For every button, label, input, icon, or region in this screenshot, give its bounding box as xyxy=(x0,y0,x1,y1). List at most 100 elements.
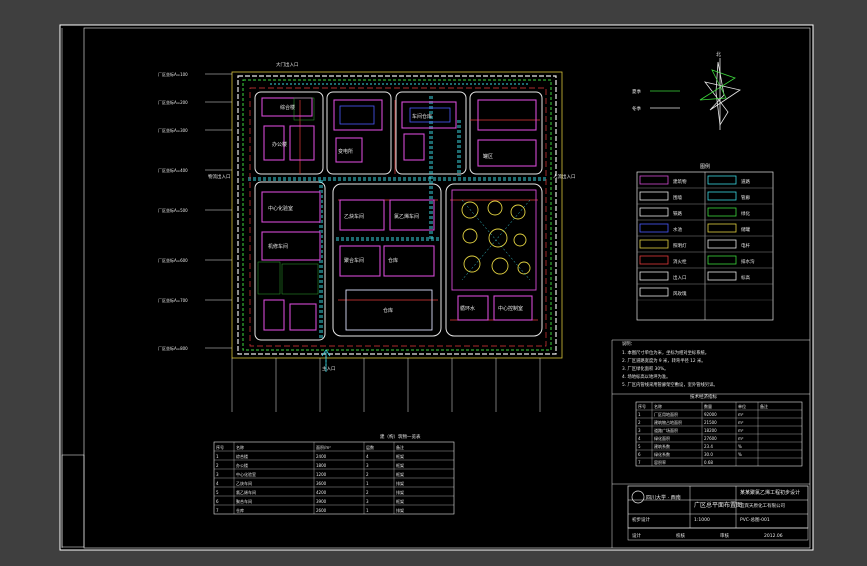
svg-text:5. 厂区内管线采用管廊架空敷设，室外管线另详。: 5. 厂区内管线采用管廊架空敷设，室外管线另详。 xyxy=(622,381,718,388)
table-cell: 绿化系数 xyxy=(654,451,670,457)
table-header-cell: 名称 xyxy=(654,403,662,409)
svg-text:宜宾天原化工有限公司: 宜宾天原化工有限公司 xyxy=(740,502,785,509)
summer-label: 夏季 xyxy=(632,88,641,95)
table-cell: 乙炔车间 xyxy=(236,480,252,486)
legend-item: 出入口 xyxy=(673,274,687,281)
legend-item: 围墙 xyxy=(673,194,682,201)
building-label: 氯乙烯车间 xyxy=(394,213,419,220)
svg-text:厂区坐标A=400: 厂区坐标A=400 xyxy=(158,167,188,173)
table-cell: 18200 xyxy=(704,428,717,433)
table-cell: m² xyxy=(738,412,744,417)
gate-right-label: 人流出入口 xyxy=(553,173,576,180)
building-label: 循环水 xyxy=(460,305,475,312)
table-cell: 中心化验室 xyxy=(236,471,256,477)
gate-left-label: 物流出入口 xyxy=(208,173,231,180)
legend-item: 排水沟 xyxy=(741,258,755,265)
table-cell: 框架 xyxy=(396,498,404,504)
table-cell: 框架 xyxy=(396,453,404,459)
svg-text:厂区坐标A=200: 厂区坐标A=200 xyxy=(158,99,188,105)
table-cell: 综合楼 xyxy=(236,453,248,459)
table-header-cell: 数量 xyxy=(704,403,712,409)
table-header-cell: 名称 xyxy=(236,444,244,450)
table-cell: m² xyxy=(738,436,744,441)
table-cell: 建筑物占地面积 xyxy=(654,419,682,425)
building-label: 机修车间 xyxy=(268,243,288,250)
building-label: 聚合车间 xyxy=(344,257,364,264)
table-header-cell: 单位 xyxy=(738,403,746,409)
building-label: 仓库 xyxy=(388,257,398,264)
svg-text:4. 场地标高以地坪为准。: 4. 场地标高以地坪为准。 xyxy=(622,373,670,380)
table-header-cell: 面积/m² xyxy=(316,444,331,450)
table-cell: 27600 xyxy=(704,436,717,441)
table-cell: 23.4 xyxy=(704,444,713,449)
gate-top-label: 大门出入口 xyxy=(276,61,299,68)
table-header-cell: 序号 xyxy=(216,444,224,450)
table-cell: 21500 xyxy=(704,420,717,425)
svg-text:图例: 图例 xyxy=(700,163,710,170)
table-cell: 绿化面积 xyxy=(654,435,670,441)
svg-text:校核: 校核 xyxy=(676,532,685,539)
table-cell: 4200 xyxy=(316,490,327,495)
svg-text:厂区坐标A=100: 厂区坐标A=100 xyxy=(158,71,188,77)
building-label: 车间仓库 xyxy=(412,113,432,120)
svg-text:厂区坐标A=300: 厂区坐标A=300 xyxy=(158,127,188,133)
legend-item: 管廊 xyxy=(741,194,750,201)
legend-item: 绿化 xyxy=(741,210,750,217)
cad-viewport[interactable]: 综合楼 办公楼 车间仓库 变电所 中心化验室 机修车间 乙炔车间 氯乙烯车间 聚… xyxy=(0,0,867,562)
table-cell: 框架 xyxy=(396,462,404,468)
legend-item: 储罐 xyxy=(741,226,750,233)
table-cell: 排架 xyxy=(396,507,404,513)
table-cell: 办公楼 xyxy=(236,462,248,468)
legend-item: 道路 xyxy=(741,178,750,185)
table-header-cell: 序号 xyxy=(638,403,646,409)
table-cell: 道路广场面积 xyxy=(654,427,678,433)
building-label: 中心控制室 xyxy=(498,305,523,312)
svg-text:四川大学 · 西南: 四川大学 · 西南 xyxy=(646,494,681,501)
legend-item: 风玫瑰 xyxy=(673,290,687,297)
svg-text:说明：: 说明： xyxy=(622,340,635,347)
table-header-cell: 备注 xyxy=(760,403,768,409)
winter-label: 冬季 xyxy=(632,105,641,112)
svg-text:1:1000: 1:1000 xyxy=(694,517,710,523)
table-cell: 0.68 xyxy=(704,460,713,465)
table-cell: 2400 xyxy=(316,454,327,459)
svg-text:2012.06: 2012.06 xyxy=(764,533,783,539)
svg-text:厂区坐标A=800: 厂区坐标A=800 xyxy=(158,345,188,351)
table-cell: % xyxy=(738,452,742,457)
table-cell: 排架 xyxy=(396,489,404,495)
table-cell: 氯乙烯车间 xyxy=(236,489,256,495)
table-cell: 1200 xyxy=(316,472,327,477)
table-cell: 30.0 xyxy=(704,452,713,457)
svg-text:初步设计: 初步设计 xyxy=(632,516,650,523)
svg-text:3. 厂区绿化面积 30%。: 3. 厂区绿化面积 30%。 xyxy=(622,365,668,372)
building-label: 中心化验室 xyxy=(268,205,293,212)
svg-text:审核: 审核 xyxy=(720,532,729,539)
table-cell: 容积率 xyxy=(654,459,666,465)
svg-text:厂区坐标A=500: 厂区坐标A=500 xyxy=(158,207,188,213)
svg-text:厂区坐标A=600: 厂区坐标A=600 xyxy=(158,257,188,263)
drawing-title: 广区总平面布置图 xyxy=(694,501,742,509)
legend-item: 电杆 xyxy=(741,242,750,249)
building-label: 变电所 xyxy=(338,148,353,155)
table-cell: 框架 xyxy=(396,471,404,477)
north-label: 北 xyxy=(716,51,721,58)
table-cell: 2600 xyxy=(316,508,327,513)
building-label: 罐区 xyxy=(483,153,493,160)
svg-text:PVC-总图-001: PVC-总图-001 xyxy=(740,516,770,523)
table-cell: % xyxy=(738,444,742,449)
legend-item: 消火栓 xyxy=(673,258,687,265)
table-cell: 92000 xyxy=(704,412,717,417)
legend-item: 标高 xyxy=(741,274,750,281)
table-cell: 排架 xyxy=(396,480,404,486)
building-label: 乙炔车间 xyxy=(344,213,364,220)
table-header-cell: 层数 xyxy=(366,444,374,450)
building-label: 办公楼 xyxy=(272,141,287,148)
svg-text:2. 厂区道路宽度为 9 米，转弯半径 12 米。: 2. 厂区道路宽度为 9 米，转弯半径 12 米。 xyxy=(622,357,706,364)
legend-item: 建筑物 xyxy=(673,178,687,185)
table-cell: 厂区用地面积 xyxy=(654,411,678,417)
svg-text:建（构）筑物一览表: 建（构）筑物一览表 xyxy=(380,433,421,440)
site-plan-drawing: 综合楼 办公楼 车间仓库 变电所 中心化验室 机修车间 乙炔车间 氯乙烯车间 聚… xyxy=(59,24,814,551)
legend-item: 水池 xyxy=(673,226,682,233)
table-header-cell: 备注 xyxy=(396,444,404,450)
table-cell: 3900 xyxy=(316,499,327,504)
